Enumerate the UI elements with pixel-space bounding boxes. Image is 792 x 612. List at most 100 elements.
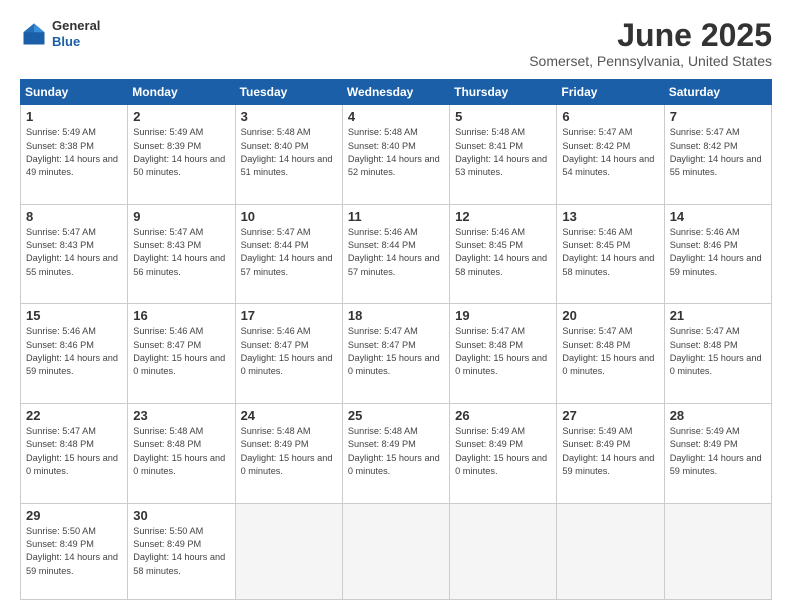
table-row: 18 Sunrise: 5:47 AMSunset: 8:47 PMDayligh… xyxy=(342,304,449,404)
day-number: 28 xyxy=(670,408,766,423)
day-info: Sunrise: 5:46 AMSunset: 8:46 PMDaylight:… xyxy=(670,226,766,279)
day-info: Sunrise: 5:47 AMSunset: 8:43 PMDaylight:… xyxy=(133,226,229,279)
day-info: Sunrise: 5:48 AMSunset: 8:49 PMDaylight:… xyxy=(241,425,337,478)
col-thursday: Thursday xyxy=(450,80,557,105)
day-number: 26 xyxy=(455,408,551,423)
day-number: 20 xyxy=(562,308,658,323)
day-number: 23 xyxy=(133,408,229,423)
table-row: 4 Sunrise: 5:48 AMSunset: 8:40 PMDaylight… xyxy=(342,105,449,205)
table-row: 28Sunrise: 5:49 AMSunset: 8:49 PMDayligh… xyxy=(664,403,771,503)
table-row: 26Sunrise: 5:49 AMSunset: 8:49 PMDayligh… xyxy=(450,403,557,503)
table-row: 16 Sunrise: 5:46 AMSunset: 8:47 PMDayligh… xyxy=(128,304,235,404)
day-number: 19 xyxy=(455,308,551,323)
day-number: 24 xyxy=(241,408,337,423)
table-row: 14Sunrise: 5:46 AMSunset: 8:46 PMDayligh… xyxy=(664,204,771,304)
day-number: 30 xyxy=(133,508,229,523)
day-info: Sunrise: 5:47 AMSunset: 8:48 PMDaylight:… xyxy=(670,325,766,378)
day-number: 18 xyxy=(348,308,444,323)
day-number: 7 xyxy=(670,109,766,124)
table-row: 21Sunrise: 5:47 AMSunset: 8:48 PMDayligh… xyxy=(664,304,771,404)
col-wednesday: Wednesday xyxy=(342,80,449,105)
day-number: 8 xyxy=(26,209,122,224)
day-number: 4 xyxy=(348,109,444,124)
day-info: Sunrise: 5:46 AMSunset: 8:45 PMDaylight:… xyxy=(455,226,551,279)
calendar-week-row: 15 Sunrise: 5:46 AMSunset: 8:46 PMDayligh… xyxy=(21,304,772,404)
day-info: Sunrise: 5:48 AMSunset: 8:48 PMDaylight:… xyxy=(133,425,229,478)
day-info: Sunrise: 5:48 AMSunset: 8:49 PMDaylight:… xyxy=(348,425,444,478)
table-row xyxy=(557,503,664,599)
table-row: 1 Sunrise: 5:49 AMSunset: 8:38 PMDaylight… xyxy=(21,105,128,205)
day-number: 10 xyxy=(241,209,337,224)
calendar-week-row: 22Sunrise: 5:47 AMSunset: 8:48 PMDayligh… xyxy=(21,403,772,503)
table-row xyxy=(342,503,449,599)
day-number: 9 xyxy=(133,209,229,224)
table-row: 24 Sunrise: 5:48 AMSunset: 8:49 PMDayligh… xyxy=(235,403,342,503)
day-info: Sunrise: 5:47 AMSunset: 8:48 PMDaylight:… xyxy=(26,425,122,478)
table-row: 27Sunrise: 5:49 AMSunset: 8:49 PMDayligh… xyxy=(557,403,664,503)
logo-icon xyxy=(20,20,48,48)
day-info: Sunrise: 5:47 AMSunset: 8:43 PMDaylight:… xyxy=(26,226,122,279)
calendar-header-row: Sunday Monday Tuesday Wednesday Thursday… xyxy=(21,80,772,105)
day-info: Sunrise: 5:47 AMSunset: 8:42 PMDaylight:… xyxy=(670,126,766,179)
day-number: 29 xyxy=(26,508,122,523)
day-info: Sunrise: 5:46 AMSunset: 8:44 PMDaylight:… xyxy=(348,226,444,279)
logo: General Blue xyxy=(20,18,100,49)
col-friday: Friday xyxy=(557,80,664,105)
table-row: 12 Sunrise: 5:46 AMSunset: 8:45 PMDayligh… xyxy=(450,204,557,304)
day-info: Sunrise: 5:46 AMSunset: 8:45 PMDaylight:… xyxy=(562,226,658,279)
calendar: Sunday Monday Tuesday Wednesday Thursday… xyxy=(20,79,772,600)
logo-blue: Blue xyxy=(52,34,100,50)
day-number: 16 xyxy=(133,308,229,323)
day-number: 5 xyxy=(455,109,551,124)
header: General Blue June 2025 Somerset, Pennsyl… xyxy=(20,18,772,69)
calendar-week-row: 29 Sunrise: 5:50 AMSunset: 8:49 PMDayligh… xyxy=(21,503,772,599)
day-info: Sunrise: 5:48 AMSunset: 8:40 PMDaylight:… xyxy=(348,126,444,179)
month-year: June 2025 xyxy=(529,18,772,53)
calendar-week-row: 8 Sunrise: 5:47 AMSunset: 8:43 PMDaylight… xyxy=(21,204,772,304)
table-row: 22Sunrise: 5:47 AMSunset: 8:48 PMDayligh… xyxy=(21,403,128,503)
table-row: 6Sunrise: 5:47 AMSunset: 8:42 PMDaylight… xyxy=(557,105,664,205)
day-info: Sunrise: 5:47 AMSunset: 8:48 PMDaylight:… xyxy=(562,325,658,378)
title-block: June 2025 Somerset, Pennsylvania, United… xyxy=(529,18,772,69)
logo-general: General xyxy=(52,18,100,34)
col-tuesday: Tuesday xyxy=(235,80,342,105)
calendar-body: 1 Sunrise: 5:49 AMSunset: 8:38 PMDaylight… xyxy=(21,105,772,600)
day-number: 12 xyxy=(455,209,551,224)
day-info: Sunrise: 5:46 AMSunset: 8:47 PMDaylight:… xyxy=(133,325,229,378)
table-row xyxy=(450,503,557,599)
day-number: 13 xyxy=(562,209,658,224)
table-row: 25 Sunrise: 5:48 AMSunset: 8:49 PMDayligh… xyxy=(342,403,449,503)
table-row: 11Sunrise: 5:46 AMSunset: 8:44 PMDayligh… xyxy=(342,204,449,304)
day-number: 15 xyxy=(26,308,122,323)
day-number: 25 xyxy=(348,408,444,423)
table-row: 17Sunrise: 5:46 AMSunset: 8:47 PMDayligh… xyxy=(235,304,342,404)
col-sunday: Sunday xyxy=(21,80,128,105)
table-row: 5 Sunrise: 5:48 AMSunset: 8:41 PMDaylight… xyxy=(450,105,557,205)
day-number: 3 xyxy=(241,109,337,124)
table-row xyxy=(664,503,771,599)
day-number: 17 xyxy=(241,308,337,323)
table-row: 15 Sunrise: 5:46 AMSunset: 8:46 PMDayligh… xyxy=(21,304,128,404)
table-row: 23 Sunrise: 5:48 AMSunset: 8:48 PMDayligh… xyxy=(128,403,235,503)
day-info: Sunrise: 5:50 AMSunset: 8:49 PMDaylight:… xyxy=(26,525,122,578)
table-row: 2Sunrise: 5:49 AMSunset: 8:39 PMDaylight… xyxy=(128,105,235,205)
table-row: 3Sunrise: 5:48 AMSunset: 8:40 PMDaylight… xyxy=(235,105,342,205)
day-info: Sunrise: 5:50 AMSunset: 8:49 PMDaylight:… xyxy=(133,525,229,578)
calendar-week-row: 1 Sunrise: 5:49 AMSunset: 8:38 PMDaylight… xyxy=(21,105,772,205)
day-info: Sunrise: 5:49 AMSunset: 8:38 PMDaylight:… xyxy=(26,126,122,179)
day-number: 2 xyxy=(133,109,229,124)
table-row: 13 Sunrise: 5:46 AMSunset: 8:45 PMDayligh… xyxy=(557,204,664,304)
col-monday: Monday xyxy=(128,80,235,105)
logo-text: General Blue xyxy=(52,18,100,49)
day-info: Sunrise: 5:49 AMSunset: 8:49 PMDaylight:… xyxy=(562,425,658,478)
day-info: Sunrise: 5:46 AMSunset: 8:46 PMDaylight:… xyxy=(26,325,122,378)
day-info: Sunrise: 5:47 AMSunset: 8:42 PMDaylight:… xyxy=(562,126,658,179)
day-number: 1 xyxy=(26,109,122,124)
day-info: Sunrise: 5:48 AMSunset: 8:41 PMDaylight:… xyxy=(455,126,551,179)
day-info: Sunrise: 5:47 AMSunset: 8:47 PMDaylight:… xyxy=(348,325,444,378)
table-row: 30 Sunrise: 5:50 AMSunset: 8:49 PMDayligh… xyxy=(128,503,235,599)
table-row: 20 Sunrise: 5:47 AMSunset: 8:48 PMDayligh… xyxy=(557,304,664,404)
table-row: 7 Sunrise: 5:47 AMSunset: 8:42 PMDaylight… xyxy=(664,105,771,205)
table-row: 9 Sunrise: 5:47 AMSunset: 8:43 PMDaylight… xyxy=(128,204,235,304)
page: General Blue June 2025 Somerset, Pennsyl… xyxy=(0,0,792,612)
